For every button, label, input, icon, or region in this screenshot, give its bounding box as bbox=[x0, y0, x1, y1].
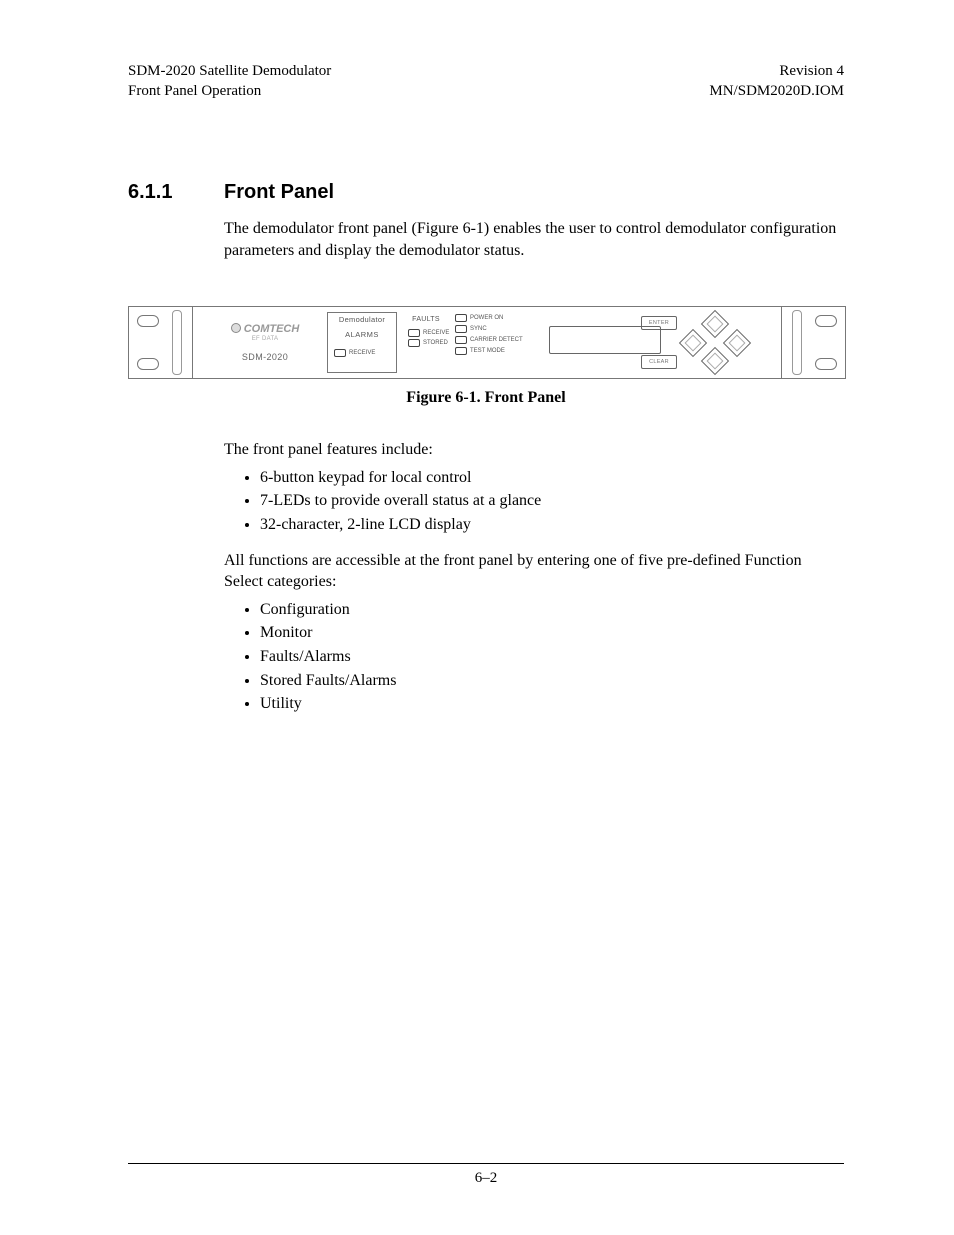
alarms-box: Demodulator ALARMS RECEIVE bbox=[327, 312, 397, 373]
led-icon bbox=[408, 339, 420, 347]
page-number: 6–2 bbox=[475, 1170, 498, 1186]
header-left-1: SDM-2020 Satellite Demodulator bbox=[128, 62, 331, 82]
section-title: Front Panel bbox=[224, 181, 334, 204]
paragraph-features: The front panel features include: bbox=[224, 439, 844, 461]
list-item: 32-character, 2-line LCD display bbox=[260, 514, 844, 536]
header-right-2: MN/SDM2020D.IOM bbox=[709, 82, 844, 102]
led-icon bbox=[455, 325, 467, 333]
paragraph-categories: All functions are accessible at the fron… bbox=[224, 550, 844, 593]
logo-model: SDM-2020 bbox=[217, 352, 313, 362]
arrow-right-button[interactable] bbox=[723, 329, 751, 357]
figure-caption: Figure 6-1. Front Panel bbox=[128, 389, 844, 407]
led-carrier-detect: CARRIER DETECT bbox=[470, 337, 523, 343]
led-receive-alarm: RECEIVE bbox=[349, 350, 375, 356]
logo-brand: COMTECH bbox=[244, 323, 300, 335]
list-item: 6-button keypad for local control bbox=[260, 467, 844, 489]
faults-column: FAULTS RECEIVE STORED bbox=[402, 313, 450, 347]
list-item: Stored Faults/Alarms bbox=[260, 670, 844, 692]
paragraph-intro: The demodulator front panel (Figure 6-1)… bbox=[224, 218, 844, 261]
section-number: 6.1.1 bbox=[128, 181, 224, 204]
mount-bracket-left bbox=[129, 307, 193, 378]
page-header: SDM-2020 Satellite Demodulator Front Pan… bbox=[128, 62, 844, 101]
keypad: ENTER CLEAR bbox=[641, 314, 767, 371]
led-receive-fault: RECEIVE bbox=[423, 330, 449, 336]
header-left-2: Front Panel Operation bbox=[128, 82, 331, 102]
features-list: 6-button keypad for local control 7-LEDs… bbox=[260, 467, 844, 536]
categories-list: Configuration Monitor Faults/Alarms Stor… bbox=[260, 599, 844, 715]
arrow-left-button[interactable] bbox=[679, 329, 707, 357]
led-sync: SYNC bbox=[470, 326, 487, 332]
clear-button[interactable]: CLEAR bbox=[641, 355, 677, 369]
led-test-mode: TEST MODE bbox=[470, 348, 505, 354]
list-item: Faults/Alarms bbox=[260, 646, 844, 668]
led-icon bbox=[455, 314, 467, 322]
header-right-1: Revision 4 bbox=[709, 62, 844, 82]
led-icon bbox=[455, 336, 467, 344]
alarms-box-title1: Demodulator bbox=[328, 315, 396, 324]
led-icon bbox=[455, 347, 467, 355]
list-item: Utility bbox=[260, 693, 844, 715]
alarms-box-title2: ALARMS bbox=[328, 330, 396, 339]
led-stored-fault: STORED bbox=[423, 340, 448, 346]
arrow-down-button[interactable] bbox=[701, 347, 729, 375]
page-footer: 6–2 bbox=[128, 1163, 844, 1187]
arrow-up-button[interactable] bbox=[701, 310, 729, 338]
led-icon bbox=[408, 329, 420, 337]
status-led-column: POWER ON SYNC CARRIER DETECT TEST MODE bbox=[455, 311, 541, 355]
enter-button[interactable]: ENTER bbox=[641, 316, 677, 330]
mount-bracket-right bbox=[781, 307, 845, 378]
led-power-on: POWER ON bbox=[470, 315, 503, 321]
list-item: Configuration bbox=[260, 599, 844, 621]
list-item: Monitor bbox=[260, 622, 844, 644]
led-icon bbox=[334, 349, 346, 357]
faults-heading: FAULTS bbox=[402, 316, 450, 323]
device-logo: COMTECH EF DATA SDM-2020 bbox=[217, 319, 313, 362]
logo-subbrand: EF DATA bbox=[217, 336, 313, 342]
front-panel-figure: COMTECH EF DATA SDM-2020 Demodulator ALA… bbox=[128, 306, 846, 379]
list-item: 7-LEDs to provide overall status at a gl… bbox=[260, 490, 844, 512]
